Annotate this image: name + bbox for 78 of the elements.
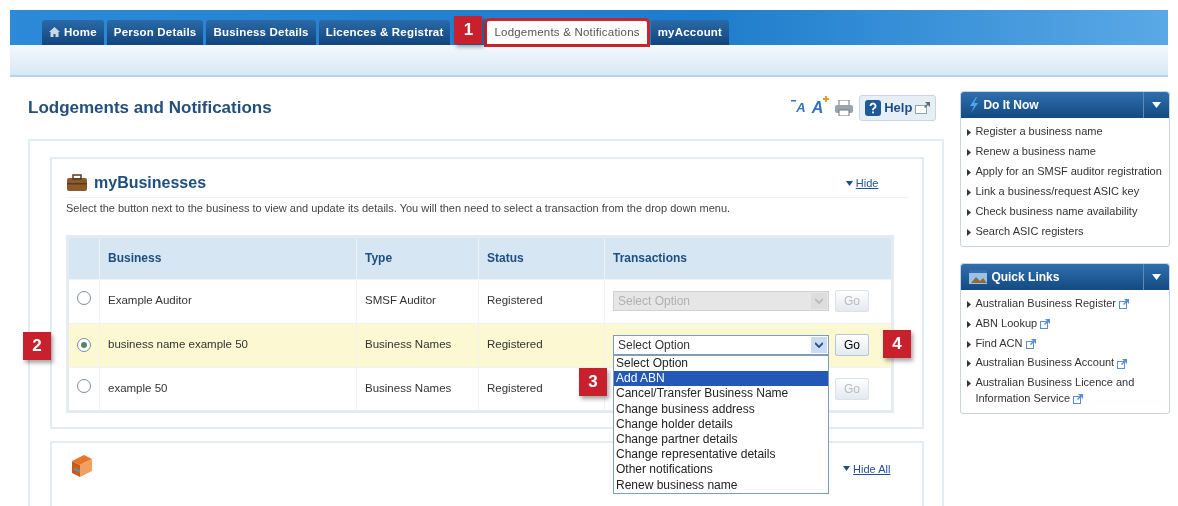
table-cell: Business Names bbox=[356, 367, 479, 411]
sidebar-link[interactable]: Find ACN bbox=[975, 335, 1036, 352]
bullet-arrow-icon bbox=[967, 188, 972, 196]
sidebar-link[interactable]: Search ASIC registers bbox=[975, 223, 1084, 240]
callout-marker: 1 bbox=[454, 16, 483, 44]
nav-tab[interactable]: Licences & Registrat bbox=[318, 19, 451, 45]
dropdown-option[interactable]: Cancel/Transfer Business Name bbox=[614, 386, 828, 402]
increase-text-button[interactable]: A bbox=[811, 96, 830, 120]
dropdown-option[interactable]: Change partner details bbox=[614, 432, 828, 448]
briefcase-icon bbox=[66, 174, 88, 192]
bullet-arrow-icon bbox=[967, 340, 972, 348]
panel-title: myBusinesses bbox=[94, 173, 207, 193]
caret-icon bbox=[811, 337, 827, 353]
hide-link[interactable]: Hide bbox=[855, 174, 879, 192]
bullet-arrow-icon bbox=[967, 129, 972, 136]
column-header: Business bbox=[99, 236, 357, 279]
nav-tab[interactable]: Lodgements & Notifications bbox=[486, 19, 648, 45]
dropdown-option[interactable]: Add ABN bbox=[614, 371, 828, 387]
go-button[interactable]: Go bbox=[835, 334, 869, 356]
callout-marker: 2 bbox=[23, 331, 51, 360]
sidebar-link[interactable]: Register a business name bbox=[975, 124, 1103, 140]
sidebar-link[interactable]: Link a business/request ASIC key bbox=[975, 183, 1140, 200]
bullet-arrow-icon bbox=[967, 148, 972, 156]
column-header: Status bbox=[478, 236, 605, 279]
decrease-text-button[interactable]: A bbox=[791, 98, 806, 118]
column-header: Type bbox=[356, 236, 479, 279]
nav-tab[interactable]: Person Details bbox=[106, 19, 204, 45]
radio-button[interactable] bbox=[77, 338, 91, 353]
print-icon[interactable] bbox=[835, 100, 854, 116]
sidebar-link[interactable]: Australian Business Account bbox=[975, 355, 1128, 372]
popup-window-icon bbox=[915, 102, 931, 114]
bullet-arrow-icon bbox=[967, 360, 972, 368]
table-cell: Registered bbox=[478, 323, 605, 367]
callout-marker: 3 bbox=[579, 368, 607, 397]
panel-title: Do It Now bbox=[983, 97, 1039, 114]
nav-tab[interactable]: Business Details bbox=[206, 19, 316, 45]
bullet-arrow-icon bbox=[967, 320, 972, 328]
sidebar-link[interactable]: Australian Business Licence and Information Service bbox=[975, 375, 1165, 408]
dropdown-option[interactable]: Change representative details bbox=[614, 447, 828, 463]
option-select[interactable]: Select Option bbox=[613, 335, 829, 355]
nav-tab[interactable]: Home bbox=[42, 19, 104, 45]
home-icon bbox=[49, 27, 60, 38]
bullet-arrow-icon bbox=[967, 168, 972, 176]
question-icon bbox=[865, 100, 882, 116]
collapse-arrow-icon bbox=[843, 466, 851, 472]
dropdown-arrow-icon[interactable] bbox=[1152, 273, 1161, 280]
bullet-arrow-icon bbox=[967, 208, 972, 216]
dropdown-arrow-icon[interactable] bbox=[1152, 102, 1161, 108]
page-title: Lodgements and Notifications bbox=[28, 97, 272, 119]
hide-all-link[interactable]: Hide All bbox=[853, 460, 891, 477]
nav-tab[interactable]: myAccount bbox=[650, 19, 730, 45]
bullet-arrow-icon bbox=[967, 300, 972, 308]
table-cell: business name example 50 bbox=[99, 323, 357, 367]
column-header: Transactions bbox=[604, 236, 893, 279]
table-cell: example 50 bbox=[99, 367, 357, 411]
dropdown-option[interactable]: Change business address bbox=[614, 401, 828, 417]
collapse-arrow-icon bbox=[845, 180, 853, 186]
instruction-text: Select the button next to the business to view and update its details. You will then need to select a transaction from the drop down menu. bbox=[66, 197, 909, 217]
callout-marker: 4 bbox=[883, 330, 911, 358]
help-button[interactable]: Help bbox=[859, 95, 937, 121]
plus-icon bbox=[823, 96, 830, 102]
sidebar-link[interactable]: Apply for an SMSF auditor registration bbox=[975, 163, 1162, 180]
sidebar-link[interactable]: Check business name availability bbox=[975, 203, 1138, 220]
minus-icon bbox=[791, 98, 797, 105]
panel-title: Quick Links bbox=[991, 268, 1060, 286]
lightning-icon bbox=[969, 97, 980, 113]
dropdown-option[interactable]: Renew business name bbox=[614, 477, 828, 493]
window-icon bbox=[969, 269, 988, 284]
sidebar-link[interactable]: ABN Lookup bbox=[975, 315, 1051, 332]
dropdown-option[interactable]: Other notifications bbox=[614, 462, 828, 478]
bullet-arrow-icon bbox=[967, 380, 972, 388]
dropdown-option[interactable]: Change holder details bbox=[614, 416, 828, 432]
caret-icon bbox=[811, 293, 827, 309]
bullet-arrow-icon bbox=[967, 228, 972, 236]
sidebar-link[interactable]: Australian Business Register bbox=[975, 295, 1130, 312]
table-cell: Business Names bbox=[356, 323, 479, 367]
dropdown-option[interactable]: Select Option bbox=[614, 356, 828, 372]
sidebar-link[interactable]: Renew a business name bbox=[975, 143, 1096, 160]
